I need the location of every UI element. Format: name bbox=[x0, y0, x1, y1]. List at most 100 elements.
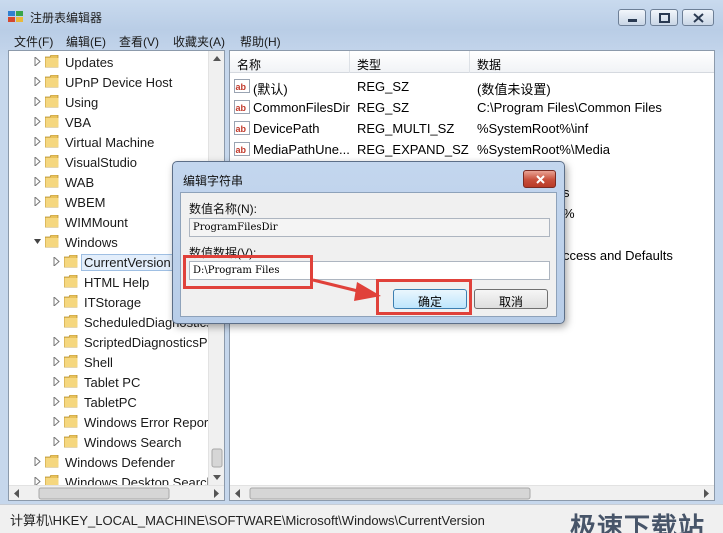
folder-icon bbox=[64, 375, 78, 388]
edit-string-dialog: 编辑字符串 数值名称(N): ProgramFilesDir 数值数据(V): … bbox=[172, 161, 565, 324]
expand-arrow-icon[interactable] bbox=[52, 397, 61, 406]
expand-arrow-icon[interactable] bbox=[52, 297, 61, 306]
expand-arrow-icon[interactable] bbox=[52, 377, 61, 386]
dialog-title: 编辑字符串 bbox=[183, 174, 244, 188]
watermark-logo: 极速下载站 bbox=[569, 512, 705, 533]
expand-arrow-icon[interactable] bbox=[52, 437, 61, 446]
folder-icon bbox=[45, 135, 59, 148]
tree-item-label: WBEM bbox=[65, 195, 106, 210]
tree-item[interactable]: Updates bbox=[33, 52, 209, 72]
value-row[interactable]: ab MediaPathUne... REG_EXPAND_SZ %SystemRoo… bbox=[230, 139, 714, 160]
folder-icon bbox=[64, 415, 78, 428]
value-row[interactable]: ab CommonFilesDir REG_SZ C:\Program Files\C… bbox=[230, 97, 714, 118]
tree-item-label: HTML Help bbox=[84, 275, 150, 290]
menu-favorites[interactable]: 收藏夹(A) bbox=[173, 33, 225, 50]
partial-data-text: ccess and Defaults bbox=[563, 248, 673, 263]
value-data: %SystemRoot%\inf bbox=[477, 121, 589, 136]
value-name: (默认) bbox=[253, 82, 288, 97]
tree-item[interactable]: Windows Error Reporting bbox=[52, 412, 224, 432]
highlight-box-ok-button bbox=[376, 279, 472, 315]
tree-item[interactable]: ScriptedDiagnosticsProvider bbox=[52, 332, 224, 352]
folder-icon bbox=[45, 235, 59, 248]
collapse-arrow-icon[interactable] bbox=[33, 237, 42, 246]
expand-arrow-icon[interactable] bbox=[52, 337, 61, 346]
value-type: REG_SZ bbox=[357, 100, 410, 115]
tree-item[interactable]: Shell bbox=[52, 352, 209, 372]
tree-item-label: WAB bbox=[65, 175, 95, 190]
value-row[interactable]: ab DevicePath REG_MULTI_SZ %SystemRoot%\inf bbox=[230, 118, 714, 139]
tree-item-label: ITStorage bbox=[84, 295, 142, 310]
folder-icon bbox=[45, 155, 59, 168]
close-icon bbox=[536, 175, 545, 184]
expand-arrow-icon[interactable] bbox=[33, 137, 42, 146]
title-bar: 注册表编辑器 bbox=[0, 0, 723, 30]
expand-arrow-icon[interactable] bbox=[52, 417, 61, 426]
menu-view[interactable]: 查看(V) bbox=[119, 33, 159, 50]
svg-text:ab: ab bbox=[236, 82, 247, 92]
folder-icon bbox=[45, 215, 59, 228]
minimize-button[interactable] bbox=[618, 9, 646, 26]
dialog-close-button[interactable] bbox=[523, 170, 556, 188]
tree-item[interactable]: Using bbox=[33, 92, 209, 112]
tree-item[interactable]: Virtual Machine bbox=[33, 132, 209, 152]
folder-icon bbox=[45, 115, 59, 128]
expand-arrow-icon[interactable] bbox=[33, 457, 42, 466]
close-button[interactable] bbox=[682, 9, 714, 26]
tree-item-label: VisualStudio bbox=[65, 155, 138, 170]
tree-item[interactable]: TabletPC bbox=[52, 392, 209, 412]
value-name: CommonFilesDir bbox=[253, 100, 350, 115]
expand-arrow-icon[interactable] bbox=[33, 57, 42, 66]
svg-text:ab: ab bbox=[236, 124, 247, 134]
window-title: 注册表编辑器 bbox=[30, 11, 103, 25]
column-header-name[interactable]: 名称 bbox=[237, 56, 261, 73]
list-header: 名称 类型 数据 bbox=[230, 51, 714, 73]
menu-help[interactable]: 帮助(H) bbox=[240, 33, 281, 50]
tree-item[interactable]: Windows Search bbox=[52, 432, 209, 452]
folder-icon bbox=[64, 275, 78, 288]
folder-icon bbox=[64, 315, 78, 328]
tree-item-label: Windows Search bbox=[84, 435, 182, 450]
folder-icon bbox=[45, 455, 59, 468]
expand-arrow-icon[interactable] bbox=[52, 357, 61, 366]
registry-app-icon bbox=[8, 11, 23, 22]
tree-item-label: TabletPC bbox=[84, 395, 137, 410]
list-horizontal-scrollbar[interactable] bbox=[230, 485, 714, 500]
expand-arrow-icon[interactable] bbox=[33, 177, 42, 186]
tree-item-label: Shell bbox=[84, 355, 113, 370]
value-row[interactable]: ab (默认) REG_SZ (数值未设置) bbox=[230, 76, 714, 97]
expand-arrow-icon[interactable] bbox=[33, 77, 42, 86]
tree-item[interactable]: Tablet PC bbox=[52, 372, 209, 392]
column-header-data[interactable]: 数据 bbox=[477, 56, 501, 73]
svg-text:ab: ab bbox=[236, 103, 247, 113]
tree-item-label: ScriptedDiagnosticsProvider bbox=[84, 335, 224, 350]
value-name-field: ProgramFilesDir bbox=[189, 218, 550, 237]
cancel-button[interactable]: 取消 bbox=[474, 289, 548, 309]
tree-item[interactable]: UPnP Device Host bbox=[33, 72, 209, 92]
status-bar: 计算机\HKEY_LOCAL_MACHINE\SOFTWARE\Microsof… bbox=[0, 504, 723, 533]
menu-edit[interactable]: 编辑(E) bbox=[66, 33, 106, 50]
column-divider[interactable] bbox=[469, 51, 470, 73]
column-divider[interactable] bbox=[349, 51, 350, 73]
folder-icon bbox=[64, 355, 78, 368]
tree-item[interactable]: VBA bbox=[33, 112, 209, 132]
maximize-button[interactable] bbox=[650, 9, 678, 26]
expand-arrow-icon[interactable] bbox=[33, 157, 42, 166]
tree-item-label: Windows Error Reporting bbox=[84, 415, 225, 430]
tree-item[interactable]: Windows Defender bbox=[33, 452, 209, 472]
string-value-icon: ab bbox=[234, 142, 250, 156]
svg-text:ab: ab bbox=[236, 145, 247, 155]
expand-arrow-icon[interactable] bbox=[33, 197, 42, 206]
tree-item-label: Windows Defender bbox=[65, 455, 175, 470]
expand-arrow-icon[interactable] bbox=[52, 257, 61, 266]
tree-item-label: WIMMount bbox=[65, 215, 128, 230]
expand-arrow-icon[interactable] bbox=[33, 117, 42, 126]
menu-file[interactable]: 文件(F) bbox=[14, 33, 53, 50]
string-value-icon: ab bbox=[234, 100, 250, 114]
folder-icon bbox=[64, 255, 78, 268]
tree-item-label: Tablet PC bbox=[84, 375, 141, 390]
string-value-icon: ab bbox=[234, 121, 250, 135]
column-header-type[interactable]: 类型 bbox=[357, 56, 381, 73]
expand-arrow-icon[interactable] bbox=[33, 97, 42, 106]
tree-horizontal-scrollbar[interactable] bbox=[9, 485, 224, 500]
menu-bar: 文件(F) 编辑(E) 查看(V) 收藏夹(A) 帮助(H) bbox=[0, 30, 723, 50]
